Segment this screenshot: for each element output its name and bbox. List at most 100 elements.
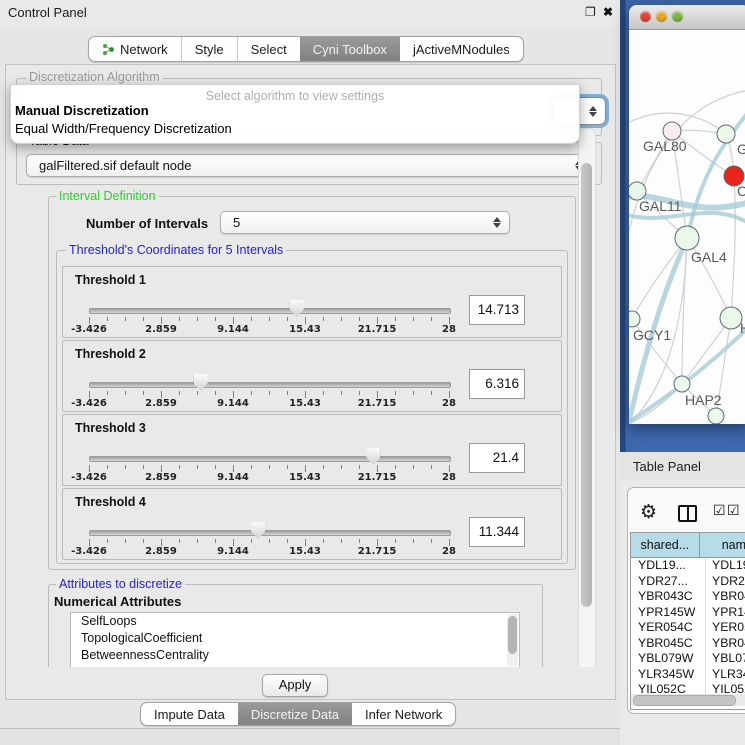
apply-button[interactable]: Apply xyxy=(262,674,328,697)
float-window-icon[interactable]: ❐ xyxy=(585,5,596,19)
checkbox-icon[interactable]: ☑ xyxy=(713,503,726,519)
tick-label: 21.715 xyxy=(358,546,397,557)
tick-label: 15.43 xyxy=(289,324,321,335)
network-node-gal4[interactable] xyxy=(675,226,699,250)
algorithm-option-equal-width-frequency-discretization[interactable]: Equal Width/Frequency Discretization xyxy=(15,121,232,136)
combo-arrows-icon xyxy=(489,217,505,228)
cell-shared-name: YDR27... xyxy=(631,574,706,590)
algorithm-option-manual-discretization[interactable]: Manual Discretization xyxy=(15,103,149,118)
threshold-value-field[interactable]: 14.713 xyxy=(469,295,525,325)
panel-scrollbar[interactable] xyxy=(578,128,596,694)
cell-shared-name: YER054C xyxy=(631,620,706,636)
column-header-name[interactable]: name xyxy=(700,533,745,558)
tab-jactivemnodules[interactable]: jActiveMNodules xyxy=(400,37,523,61)
table-row[interactable]: YBR043CYBR043C xyxy=(631,589,745,605)
threshold-slider-track[interactable] xyxy=(89,382,451,388)
numerical-attributes-list[interactable]: SelfLoopsTopologicalCoefficientBetweenne… xyxy=(70,612,520,668)
tick-label: 2.859 xyxy=(145,472,177,483)
node-label-c: C xyxy=(737,183,745,199)
network-node-h[interactable] xyxy=(720,307,742,329)
threshold-slider-track[interactable] xyxy=(89,530,451,536)
cell-shared-name: YDL19... xyxy=(631,558,706,574)
network-canvas[interactable]: GAL80G.CGAL11GAL4GCY1HHAP2 xyxy=(629,30,745,424)
threshold-slider-thumb[interactable] xyxy=(290,300,304,317)
close-traffic-light[interactable] xyxy=(640,11,651,22)
threshold-value-field[interactable]: 21.4 xyxy=(469,443,525,473)
tab-label: Impute Data xyxy=(154,707,225,722)
threshold-label: Threshold 4 xyxy=(75,495,146,509)
table-data-combobox[interactable]: galFiltered.sif default node xyxy=(26,154,592,177)
tab-infer-network[interactable]: Infer Network xyxy=(352,703,455,725)
attribute-betweennesscentrality[interactable]: BetweennessCentrality xyxy=(71,647,519,664)
slider-tick-labels: -3.4262.8599.14415.4321.71528 xyxy=(63,398,561,410)
network-node-g[interactable] xyxy=(717,125,735,143)
threshold-panel: Threshold 2 -3.4262.8599.14415.4321.7152… xyxy=(62,340,562,412)
tab-select[interactable]: Select xyxy=(237,37,300,61)
list-scrollbar[interactable] xyxy=(507,614,518,666)
split-columns-icon[interactable] xyxy=(678,505,697,522)
table-row[interactable]: YBR045CYBR045C xyxy=(631,636,745,652)
threshold-value-field[interactable]: 11.344 xyxy=(469,517,525,547)
attribute-selfloops[interactable]: SelfLoops xyxy=(71,613,519,630)
tab-label: Network xyxy=(120,42,168,57)
tab-cyni-toolbox[interactable]: Cyni Toolbox xyxy=(300,37,400,61)
threshold-slider-thumb[interactable] xyxy=(366,448,380,465)
tick-label: 15.43 xyxy=(289,398,321,409)
table-row[interactable]: YDL19...YDL19 xyxy=(631,558,745,574)
threshold-slider-thumb[interactable] xyxy=(194,374,208,391)
threshold-label: Threshold 3 xyxy=(75,421,146,435)
bottom-tab-bar: Impute Data Discretize Data Infer Network xyxy=(140,702,456,726)
network-node-gcy1[interactable] xyxy=(629,311,640,327)
tick-label: 9.144 xyxy=(217,472,249,483)
threshold-slider-thumb[interactable] xyxy=(251,522,265,539)
network-node-hap2[interactable] xyxy=(674,376,690,392)
tick-label: 15.43 xyxy=(289,546,321,557)
gear-icon[interactable]: ⚙ xyxy=(640,501,657,523)
tab-label: Discretize Data xyxy=(251,707,339,722)
cell-name: YDR27 xyxy=(706,574,745,590)
zoom-traffic-light[interactable] xyxy=(672,11,683,22)
slider-tick-labels: -3.4262.8599.14415.4321.71528 xyxy=(63,546,561,558)
status-strip xyxy=(0,729,620,745)
table-panel-titlebar: Table Panel xyxy=(620,452,745,481)
cell-name: YPR145W xyxy=(706,605,745,621)
slider-tick-labels: -3.4262.8599.14415.4321.71528 xyxy=(63,324,561,336)
close-icon[interactable]: ✖ xyxy=(603,5,613,19)
network-node[interactable] xyxy=(708,408,724,424)
checkbox-icon[interactable]: ☑ xyxy=(727,503,740,519)
threshold-label: Threshold 1 xyxy=(75,273,146,287)
table-row[interactable]: YPR145WYPR145W xyxy=(631,605,745,621)
thresholds-group-label: Threshold's Coordinates for 5 Intervals xyxy=(66,244,286,257)
threshold-value-field[interactable]: 6.316 xyxy=(469,369,525,399)
minimize-traffic-light[interactable] xyxy=(656,11,667,22)
tick-label: 21.715 xyxy=(358,398,397,409)
number-of-intervals-combobox[interactable]: 5 xyxy=(220,211,510,234)
cell-shared-name: YBL079W xyxy=(631,651,706,667)
tab-discretize-data[interactable]: Discretize Data xyxy=(238,703,352,725)
network-window-titlebar[interactable] xyxy=(629,5,745,30)
threshold-slider-track[interactable] xyxy=(89,456,451,462)
numerical-attributes-label: Numerical Attributes xyxy=(54,594,181,609)
table-row[interactable]: YBL079WYBL079W xyxy=(631,651,745,667)
node-label-gal11: GAL11 xyxy=(639,198,682,214)
threshold-label: Threshold 2 xyxy=(75,347,146,361)
column-header-shared[interactable]: shared... xyxy=(631,533,700,558)
tick-label: 28 xyxy=(442,398,456,409)
cell-shared-name: YBR043C xyxy=(631,589,706,605)
node-label-gcy1: GCY1 xyxy=(633,327,671,343)
table-row[interactable]: YER054CYER054C xyxy=(631,620,745,636)
table-row[interactable]: YLR345WYLR345W xyxy=(631,667,745,683)
tab-impute-data[interactable]: Impute Data xyxy=(141,703,238,725)
threshold-slider-track[interactable] xyxy=(89,308,451,314)
table-row[interactable]: YDR27...YDR27 xyxy=(631,574,745,590)
attributes-group-label: Attributes to discretize xyxy=(56,578,185,591)
tab-network[interactable]: Network xyxy=(89,37,181,61)
tick-label: 21.715 xyxy=(358,472,397,483)
attribute-topologicalcoefficient[interactable]: TopologicalCoefficient xyxy=(71,630,519,647)
table-horizontal-scrollbar[interactable] xyxy=(631,694,745,706)
tab-style[interactable]: Style xyxy=(181,37,237,61)
interval-definition-label: Interval Definition xyxy=(56,190,159,203)
tick-label: 28 xyxy=(442,472,456,483)
tab-label: Infer Network xyxy=(365,707,442,722)
tick-label: 9.144 xyxy=(217,324,249,335)
